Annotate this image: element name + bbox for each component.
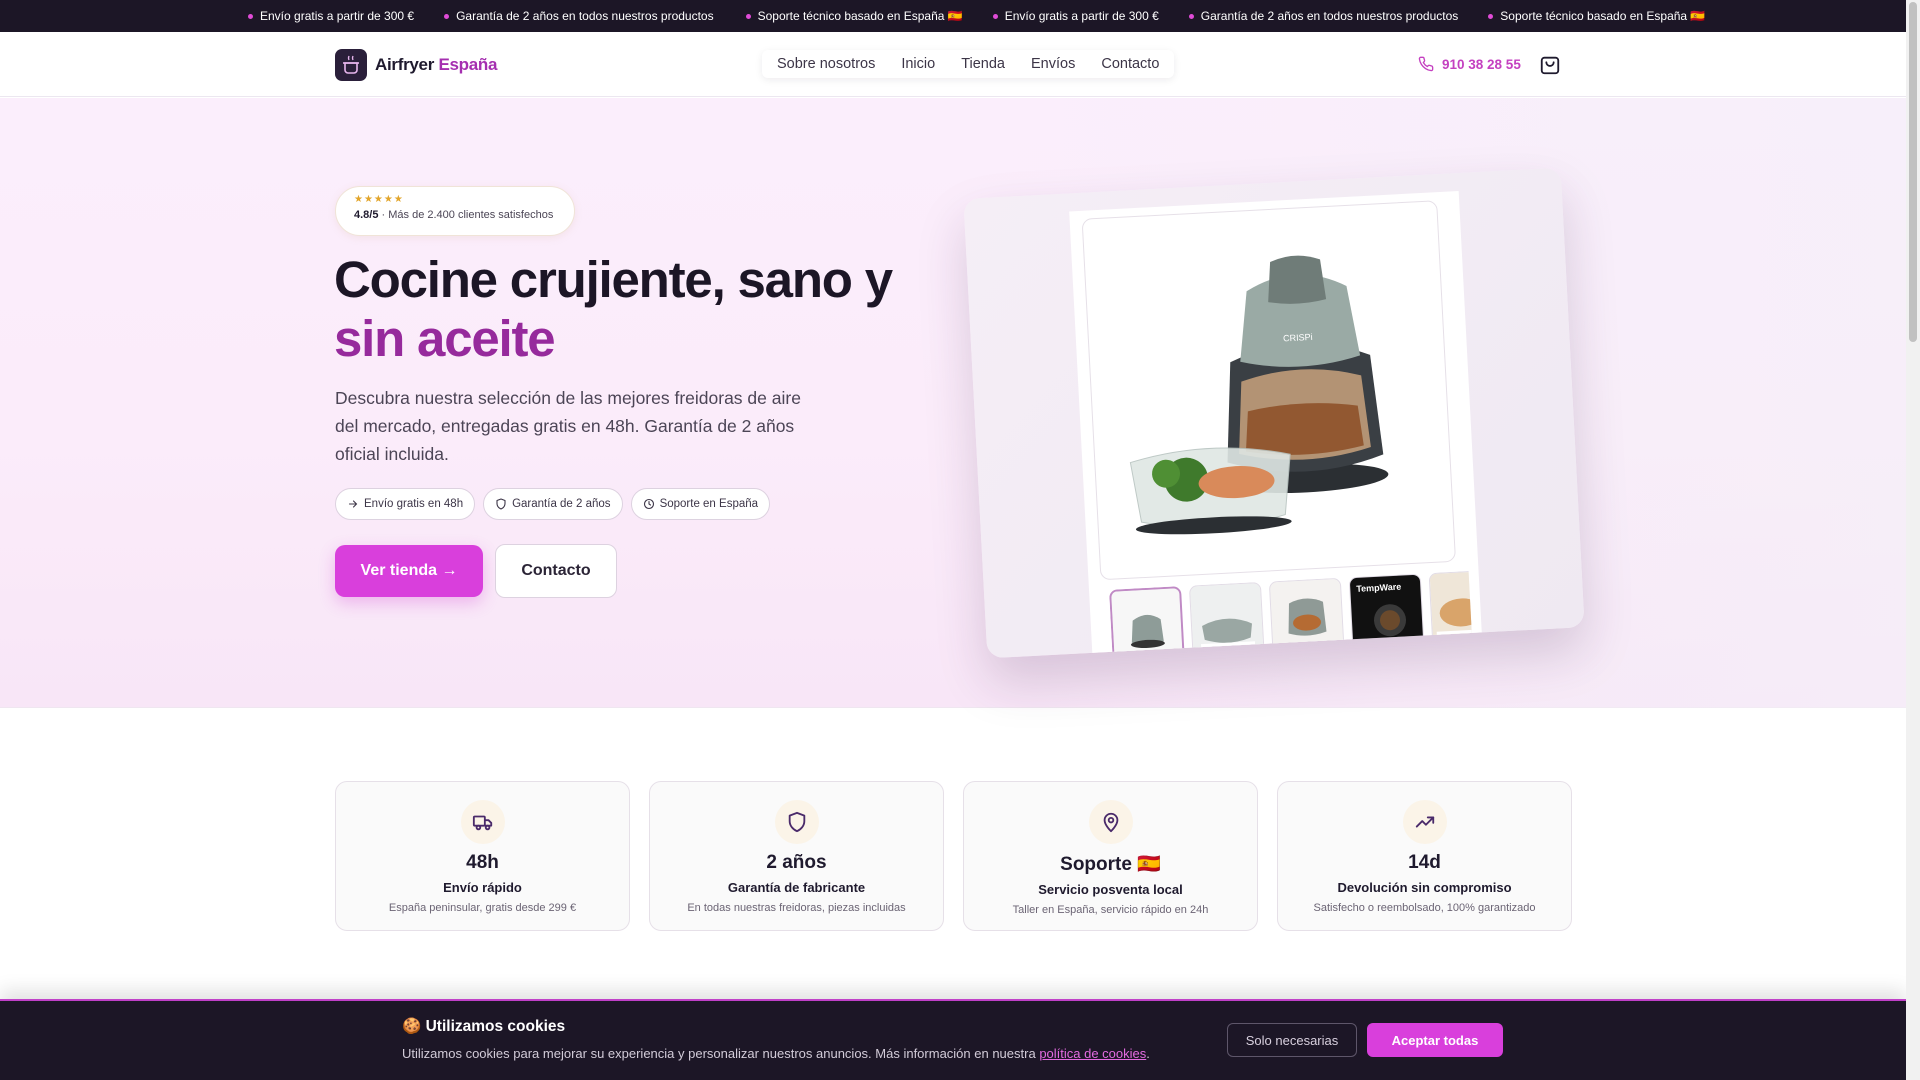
feature-title: Servicio posventa local (1038, 882, 1183, 897)
feature-value: Soporte 🇪🇸 (1060, 854, 1161, 875)
product-thumbnail[interactable] (1109, 586, 1185, 659)
feature-title: Garantía de fabricante (727, 880, 866, 895)
main-nav: Sobre nosotros Inicio Tienda Envíos Cont… (762, 50, 1175, 78)
feature-card-envio: 48h Envío rápido España peninsular, grat… (335, 781, 630, 931)
product-thumbnail[interactable]: TempWare (1348, 573, 1425, 650)
shield-icon (774, 800, 819, 844)
brand-name: Airfryer España (375, 55, 498, 74)
page-scrollbar[interactable] (1906, 0, 1920, 1080)
product-thumbnail[interactable] (1188, 581, 1265, 658)
rating-text: · Más de 2.400 clientes satisfechos (378, 209, 554, 221)
nav-link-sobre-nosotros[interactable]: Sobre nosotros (777, 56, 875, 72)
contact-button[interactable]: Contacto (495, 544, 617, 598)
feature-card-garantia: 2 años Garantía de fabricante En todas n… (649, 781, 944, 931)
rating-score: 4.8/5 (354, 209, 379, 221)
feature-card-soporte: Soporte 🇪🇸 Servicio posventa local Talle… (963, 781, 1258, 931)
necessary-cookies-button[interactable]: Solo necesarias (1227, 1023, 1357, 1057)
feature-description: Satisfecho o reembolsado, 100% garantiza… (1313, 902, 1536, 914)
feature-title: Devolución sin compromiso (1337, 880, 1512, 895)
announcement-item: Soporte técnico basado en España 🇪🇸 (745, 9, 963, 23)
nav-link-inicio[interactable]: Inicio (901, 56, 935, 72)
announcement-item: Envío gratis a partir de 300 € (992, 9, 1159, 23)
rating-stars: ★★★★★ (354, 194, 404, 205)
feature-card-devolucion: 14d Devolución sin compromiso Satisfecho… (1277, 781, 1572, 931)
product-main-image[interactable]: CRISPi (1081, 200, 1457, 581)
site-header: Airfryer España Sobre nosotros Inicio Ti… (0, 32, 1906, 97)
truck-icon (460, 800, 505, 844)
shop-button[interactable]: Ver tienda → (335, 545, 483, 597)
feature-description: España peninsular, gratis desde 299 € (388, 902, 577, 914)
map-pin-icon (1088, 800, 1133, 844)
chip-garantia: Garantía de 2 años (483, 488, 623, 520)
arrow-right-icon (348, 500, 358, 508)
chip-soporte: Soporte en España (630, 488, 771, 520)
product-gallery-card: CRISPi TempWare (963, 167, 1585, 659)
features-row: 48h Envío rápido España peninsular, grat… (335, 781, 1572, 931)
hero-lead: Descubra nuestra selección de las mejore… (335, 388, 801, 464)
chip-envio: Envío gratis en 48h (335, 488, 476, 520)
product-thumbnail[interactable] (1428, 571, 1473, 646)
nav-link-envios[interactable]: Envíos (1031, 56, 1075, 72)
cookie-policy-link[interactable]: política de cookies (1039, 1046, 1146, 1061)
feature-value: 14d (1408, 852, 1441, 873)
hero-section: ★★★★★ 4.8/5 · Más de 2.400 clientes sati… (0, 98, 1906, 708)
cookie-text: Utilizamos cookies para mejorar su exper… (402, 1046, 1150, 1061)
announcement-item: Garantía de 2 años en todos nuestros pro… (1188, 9, 1458, 23)
shield-icon (496, 498, 506, 510)
nav-link-tienda[interactable]: Tienda (961, 56, 1005, 72)
feature-chips: Envío gratis en 48h Garantía de 2 años S… (335, 488, 778, 520)
cooking-pot-icon (335, 49, 367, 81)
feature-title: Envío rápido (443, 880, 522, 895)
feature-value: 48h (466, 852, 499, 873)
hero-title: Cocine crujiente, sano y sin aceite (334, 250, 954, 368)
logo[interactable]: Airfryer España (335, 49, 497, 81)
scrollbar-thumb[interactable] (1909, 2, 1917, 342)
announcement-bar: Envío gratis a partir de 300 € Garantía … (0, 0, 1906, 32)
phone-link[interactable]: 910 38 28 55 (1418, 56, 1521, 72)
cookie-banner: 🍪 Utilizamos cookies Utilizamos cookies … (0, 999, 1906, 1080)
announcement-item: Garantía de 2 años en todos nuestros pro… (444, 9, 714, 23)
feature-value: 2 años (766, 852, 827, 873)
announcement-item: Envío gratis a partir de 300 € (248, 9, 414, 23)
hero-title-accent: sin aceite (334, 310, 556, 367)
cart-button[interactable] (1539, 54, 1561, 81)
accept-all-cookies-button[interactable]: Aceptar todas (1367, 1023, 1503, 1057)
product-thumbnails: TempWare (1109, 571, 1473, 659)
clock-icon (643, 498, 654, 510)
feature-description: Taller en España, servicio rápido en 24h (1012, 904, 1209, 916)
product-thumbnail[interactable] (1268, 577, 1345, 654)
svg-text:CRISPi: CRISPi (1283, 332, 1313, 344)
shopping-bag-icon (1540, 56, 1560, 75)
feature-description: En todas nuestras freidoras, piezas incl… (687, 902, 906, 914)
phone-number: 910 38 28 55 (1442, 56, 1521, 72)
cookie-title: 🍪 Utilizamos cookies (402, 1018, 566, 1035)
trending-up-icon (1402, 800, 1447, 844)
rating-badge: ★★★★★ 4.8/5 · Más de 2.400 clientes sati… (335, 186, 575, 236)
phone-icon (1418, 56, 1434, 72)
nav-link-contacto[interactable]: Contacto (1101, 56, 1159, 72)
announcement-item: Soporte técnico basado en España 🇪🇸 (1488, 9, 1705, 23)
